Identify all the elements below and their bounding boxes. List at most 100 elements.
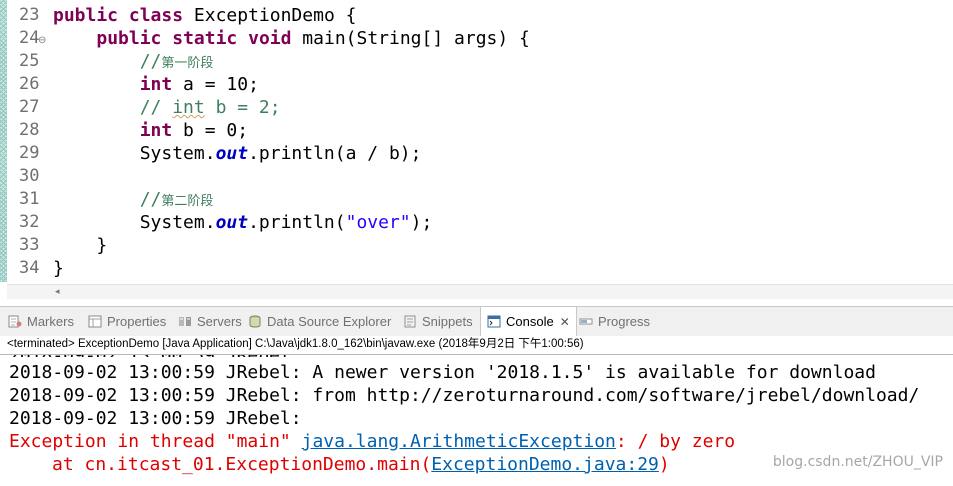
console-status-line: <terminated> ExceptionDemo [Java Applica… (7, 338, 584, 350)
code-text: public class ExceptionDemo { (53, 4, 356, 27)
code-text: //第一阶段 (53, 50, 214, 75)
code-token: b = 0; (172, 120, 249, 141)
error-text: Exception in thread "main" (9, 431, 302, 452)
tab-label: Data Source Explorer (267, 314, 392, 329)
code-token: } (53, 235, 108, 256)
tab-console[interactable]: Console ✕ (480, 307, 577, 337)
code-token: a = 10; (172, 74, 259, 95)
code-line[interactable]: 33 } (0, 234, 953, 257)
line-number: 30 (19, 166, 40, 186)
properties-icon (88, 309, 102, 328)
code-line[interactable]: 27 // int b = 2; (0, 96, 953, 119)
scroll-left-arrow-icon[interactable]: ◂ (55, 285, 60, 300)
code-token: class (128, 5, 184, 26)
code-line[interactable]: 23 public class ExceptionDemo { (0, 4, 953, 27)
error-text: at cn.itcast_01.ExceptionDemo.main( (52, 454, 432, 475)
code-text: //第二阶段 (53, 188, 214, 213)
code-token: "over" (345, 212, 411, 233)
error-text: : / by zero (615, 431, 736, 452)
error-text: ) (658, 454, 670, 475)
code-token: b = 2; (204, 97, 281, 118)
tab-data-source-explorer[interactable]: Data Source Explorer (248, 307, 391, 337)
code-text: } (53, 257, 64, 280)
code-token: 第二阶段 (161, 194, 214, 209)
code-token: // (139, 51, 162, 72)
tab-servers[interactable]: Servers (178, 307, 242, 337)
code-token: .println( (248, 212, 346, 233)
console-line: 2018-09-02 13:00:59 JRebel: from http://… (9, 384, 919, 407)
fold-toggle-icon[interactable]: ⊖ (38, 29, 46, 52)
code-token: ); (410, 212, 433, 233)
tab-label: Markers (27, 314, 74, 329)
snippets-icon (403, 309, 417, 328)
code-line[interactable]: 28 int b = 0; (0, 119, 953, 142)
code-token: ExceptionDemo { (183, 5, 357, 26)
code-token: System. (53, 143, 216, 164)
views-tab-bar: Markers Properties Servers Data Source Expl… (0, 306, 953, 337)
code-text: int b = 0; (53, 119, 248, 142)
code-token: public (96, 28, 162, 49)
stacktrace-link[interactable]: java.lang.ArithmeticException (302, 431, 616, 452)
console-line: Exception in thread "main" java.lang.Ari… (9, 430, 735, 453)
code-token: public (53, 5, 119, 26)
code-token: // (139, 97, 173, 118)
line-number: 34 (19, 258, 40, 278)
close-icon[interactable]: ✕ (560, 307, 570, 337)
output-text: 2018-09-02 13:00:59 JRebel: from http://… (9, 385, 920, 406)
markers-icon (8, 309, 22, 328)
code-line[interactable]: 30 (0, 165, 953, 188)
line-number: 25 (19, 51, 40, 71)
line-number: 26 (19, 74, 40, 94)
code-line[interactable]: 31 //第二阶段 (0, 188, 953, 211)
code-token: main(String[] args) { (291, 28, 530, 49)
code-line[interactable]: 24 ⊖ public static void main(String[] arg… (0, 27, 953, 50)
line-number: 31 (19, 189, 40, 209)
line-number: 23 (19, 5, 40, 25)
line-number: 28 (19, 120, 40, 140)
code-token: 第一阶段 (161, 56, 214, 71)
tab-label: Progress (598, 314, 651, 329)
line-number: 27 (19, 97, 40, 117)
code-token: static (172, 28, 238, 49)
tab-progress[interactable]: Progress (579, 307, 650, 337)
code-editor[interactable]: 23 public class ExceptionDemo {24 ⊖ public… (0, 0, 953, 299)
code-text: public static void main(String[] args) { (53, 27, 530, 50)
editor-horizontal-scrollbar[interactable]: ◂ (7, 284, 953, 299)
tab-label: Servers (197, 314, 242, 329)
output-text: 2018-09-02 13:00:59 JRebel: A newer vers… (9, 362, 876, 383)
console-line: at cn.itcast_01.ExceptionDemo.main(Excep… (9, 453, 670, 476)
tab-label: Console (506, 314, 554, 329)
servers-icon (178, 309, 192, 326)
code-token: int (172, 97, 205, 118)
code-text: System.out.println("over"); (53, 211, 433, 234)
tab-properties[interactable]: Properties (88, 307, 166, 337)
tab-snippets[interactable]: Snippets (403, 307, 473, 337)
code-text: // int b = 2; (53, 96, 281, 119)
code-token: } (53, 258, 64, 279)
code-line[interactable]: 32 System.out.println("over"); (0, 211, 953, 234)
stacktrace-link[interactable]: ExceptionDemo.java:29 (431, 454, 659, 475)
code-token: void (248, 28, 292, 49)
progress-icon (579, 309, 593, 325)
code-line[interactable]: 29 System.out.println(a / b); (0, 142, 953, 165)
line-number: 32 (19, 212, 40, 232)
code-line[interactable]: 34} (0, 257, 953, 280)
code-token: System. (53, 212, 216, 233)
console-view[interactable]: <terminated> ExceptionDemo [Java Applica… (0, 336, 953, 486)
code-token: out (215, 212, 249, 233)
code-token: int (139, 74, 173, 95)
code-line[interactable]: 25 //第一阶段 (0, 50, 953, 73)
console-line: 2018-09-02 13:00:59 JRebel: (9, 407, 302, 430)
line-number: 33 (19, 235, 40, 255)
tab-markers[interactable]: Markers (8, 307, 74, 337)
code-text: } (53, 234, 107, 257)
line-number: 29 (19, 143, 40, 163)
code-text: System.out.println(a / b); (53, 142, 422, 165)
database-icon (248, 309, 262, 328)
code-line[interactable]: 26 int a = 10; (0, 73, 953, 96)
